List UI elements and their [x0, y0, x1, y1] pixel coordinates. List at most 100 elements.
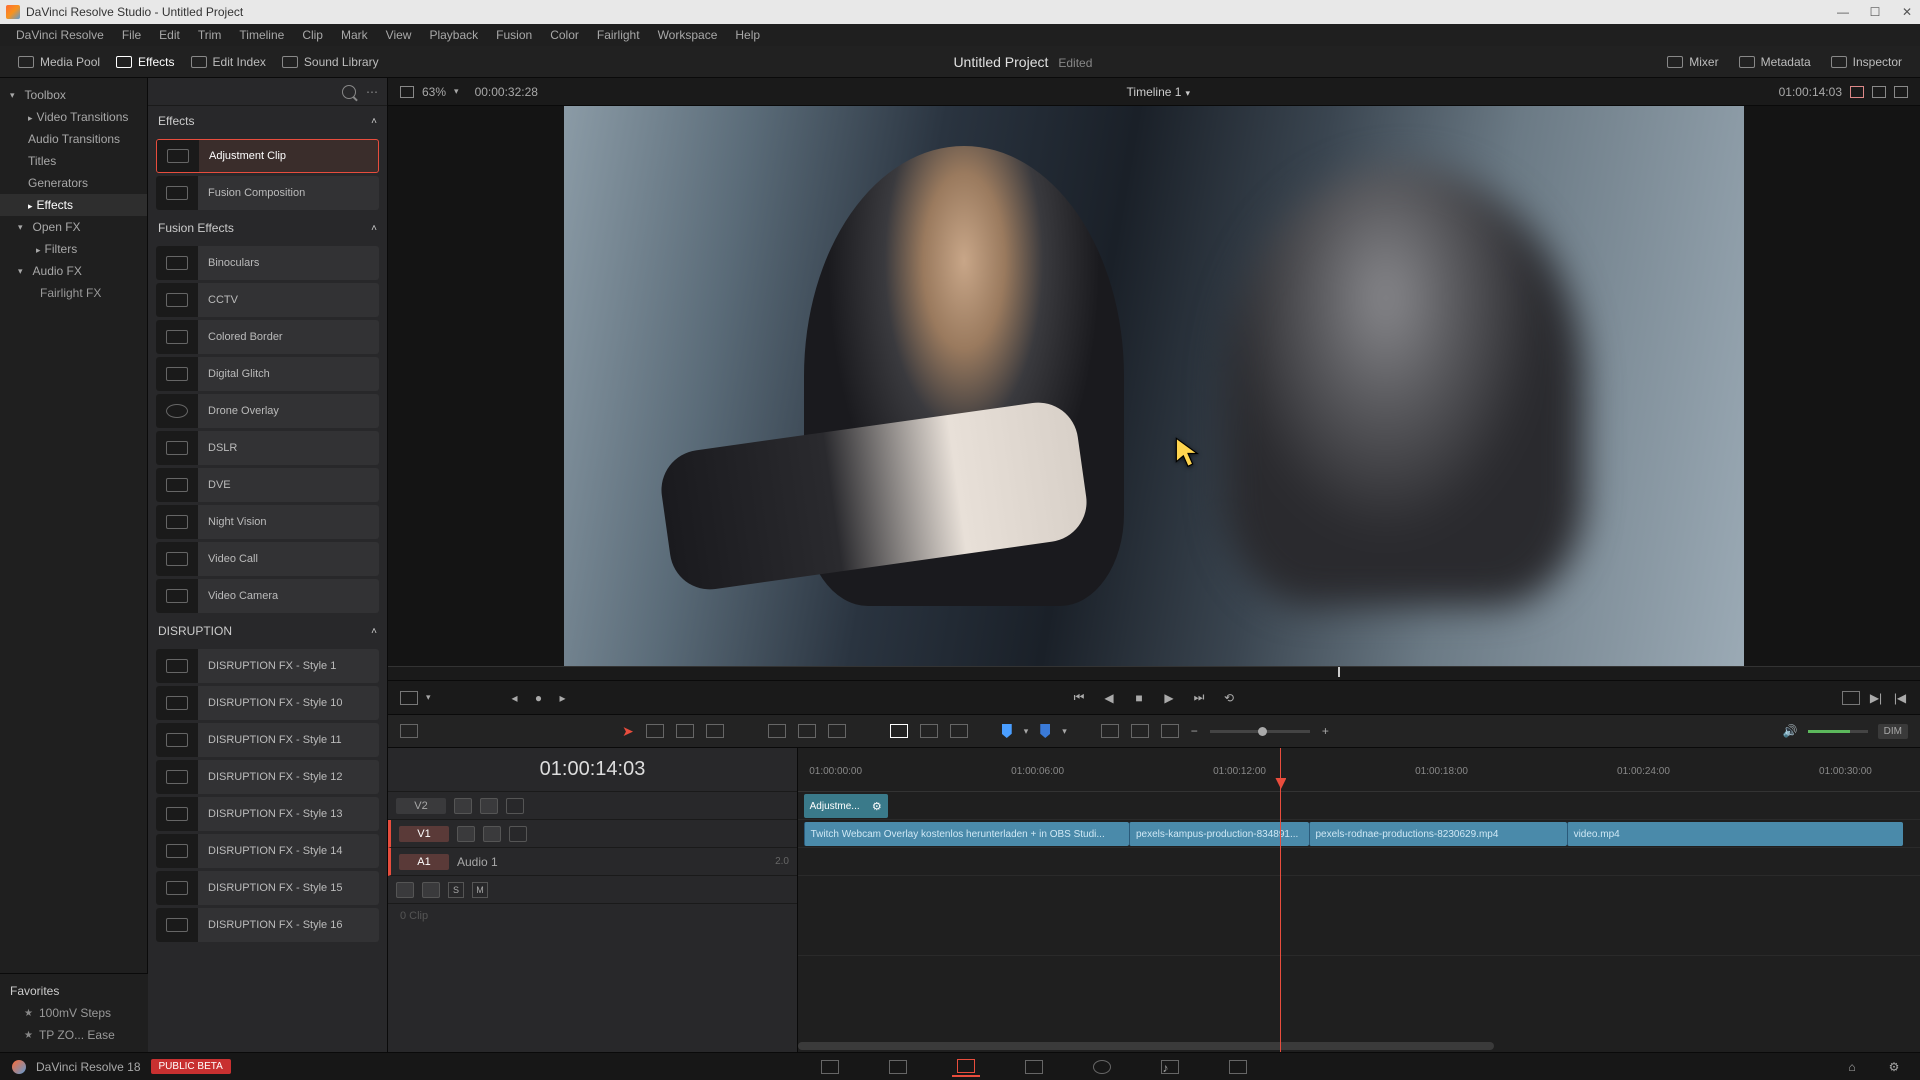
- search-icon[interactable]: [342, 85, 356, 99]
- clip-video-4[interactable]: video.mp4: [1567, 822, 1904, 846]
- menu-fairlight[interactable]: Fairlight: [589, 26, 648, 44]
- next-edit-icon[interactable]: ▸: [555, 690, 571, 706]
- track-head-a1[interactable]: A1 Audio 1 2.0: [388, 848, 797, 876]
- fx-cctv[interactable]: CCTV: [156, 283, 379, 317]
- track-name[interactable]: V2: [396, 798, 446, 814]
- volume-icon[interactable]: 🔊: [1783, 724, 1798, 738]
- viewer-zoom[interactable]: 63%: [422, 85, 446, 99]
- menu-edit[interactable]: Edit: [151, 26, 188, 44]
- panel-layout-icon[interactable]: [400, 86, 414, 98]
- trim-tool-icon[interactable]: [646, 724, 664, 738]
- menu-timeline[interactable]: Timeline: [231, 26, 292, 44]
- blade-tool-icon[interactable]: [706, 724, 724, 738]
- menu-davinci-resolve[interactable]: DaVinci Resolve: [8, 26, 112, 44]
- fx-adjustment-clip[interactable]: Adjustment Clip: [156, 139, 379, 173]
- viewer-scrubber[interactable]: [388, 666, 1920, 680]
- inspector-button[interactable]: Inspector: [1823, 51, 1910, 73]
- chevron-down-icon[interactable]: ▾: [1062, 726, 1067, 737]
- menu-file[interactable]: File: [114, 26, 149, 44]
- custom-zoom-icon[interactable]: [1131, 724, 1149, 738]
- lock-track-icon[interactable]: [454, 798, 472, 814]
- track-row-a1[interactable]: [798, 848, 1920, 876]
- fx-binoculars[interactable]: Binoculars: [156, 246, 379, 280]
- fx-fusion-composition[interactable]: Fusion Composition: [156, 176, 379, 210]
- timeline-zoom-slider[interactable]: [1210, 730, 1310, 733]
- clip-video-3[interactable]: pexels-rodnae-productions-8230629.mp4: [1309, 822, 1567, 846]
- fx-video-call[interactable]: Video Call: [156, 542, 379, 576]
- timeline-selector[interactable]: Timeline 1▾: [550, 85, 1767, 99]
- menu-clip[interactable]: Clip: [294, 26, 331, 44]
- toolbox-audio-transitions[interactable]: Audio Transitions: [0, 128, 147, 150]
- chevron-down-icon[interactable]: ▾: [454, 86, 459, 97]
- fx-colored-border[interactable]: Colored Border: [156, 320, 379, 354]
- favorite-item[interactable]: ★100mV Steps: [0, 1002, 148, 1024]
- dim-button[interactable]: DIM: [1878, 724, 1908, 739]
- dynamic-trim-icon[interactable]: [676, 724, 694, 738]
- home-button[interactable]: ⌂: [1838, 1057, 1866, 1077]
- disruption-section-header[interactable]: DISRUPTION˄: [148, 616, 387, 646]
- toolbox-root[interactable]: Toolbox: [0, 84, 147, 106]
- menu-mark[interactable]: Mark: [333, 26, 376, 44]
- next-clip-button[interactable]: ▶|: [1868, 690, 1884, 706]
- toolbox-fairlightfx[interactable]: Fairlight FX: [0, 282, 147, 304]
- menu-fusion[interactable]: Fusion: [488, 26, 540, 44]
- metadata-button[interactable]: Metadata: [1731, 51, 1819, 73]
- lock-track-icon[interactable]: [457, 826, 475, 842]
- playhead[interactable]: [1280, 748, 1281, 1052]
- timeline-view-options-icon[interactable]: [400, 724, 418, 738]
- fx-disruption-10[interactable]: DISRUPTION FX - Style 10: [156, 686, 379, 720]
- track-row-v1[interactable]: Twitch Webcam Overlay kostenlos herunter…: [798, 820, 1920, 848]
- minimize-button[interactable]: —: [1836, 5, 1850, 19]
- overwrite-clip-icon[interactable]: [798, 724, 816, 738]
- replace-clip-icon[interactable]: [828, 724, 846, 738]
- clip-video-1[interactable]: Twitch Webcam Overlay kostenlos herunter…: [804, 822, 1129, 846]
- insert-clip-icon[interactable]: [768, 724, 786, 738]
- media-page-button[interactable]: [816, 1057, 844, 1077]
- prev-clip-button[interactable]: |◀: [1892, 690, 1908, 706]
- bypass-icon[interactable]: [1850, 86, 1864, 98]
- loop-button[interactable]: ⟲: [1221, 690, 1237, 706]
- disable-video-icon[interactable]: [509, 826, 527, 842]
- track-head-v2[interactable]: V2: [388, 792, 797, 820]
- audio-area[interactable]: [798, 876, 1920, 956]
- full-extent-icon[interactable]: [1842, 691, 1860, 705]
- toolbox-audiofx[interactable]: Audio FX: [0, 260, 147, 282]
- cut-page-button[interactable]: [884, 1057, 912, 1077]
- play-button[interactable]: ▶: [1161, 690, 1177, 706]
- linked-selection-icon[interactable]: [920, 724, 938, 738]
- fx-disruption-14[interactable]: DISRUPTION FX - Style 14: [156, 834, 379, 868]
- mute-button[interactable]: M: [472, 882, 488, 898]
- fx-drone-overlay[interactable]: Drone Overlay: [156, 394, 379, 428]
- mixer-button[interactable]: Mixer: [1659, 51, 1726, 73]
- go-to-start-button[interactable]: ⏮: [1071, 690, 1087, 706]
- monitor-volume-slider[interactable]: [1808, 730, 1868, 733]
- maximize-button[interactable]: ☐: [1868, 5, 1882, 19]
- auto-select-icon[interactable]: [480, 798, 498, 814]
- media-pool-button[interactable]: Media Pool: [10, 51, 108, 73]
- deliver-page-button[interactable]: [1224, 1057, 1252, 1077]
- prev-edit-icon[interactable]: ◂: [507, 690, 523, 706]
- toolbox-effects[interactable]: Effects: [0, 194, 147, 216]
- chevron-down-icon[interactable]: ▾: [426, 692, 431, 703]
- stop-button[interactable]: ■: [1131, 690, 1147, 706]
- snapping-icon[interactable]: [890, 724, 908, 738]
- menu-view[interactable]: View: [378, 26, 420, 44]
- color-page-button[interactable]: [1088, 1057, 1116, 1077]
- menu-playback[interactable]: Playback: [421, 26, 486, 44]
- expand-viewer-icon[interactable]: [1894, 86, 1908, 98]
- fx-disruption-13[interactable]: DISRUPTION FX - Style 13: [156, 797, 379, 831]
- favorite-item[interactable]: ★TP ZO... Ease: [0, 1024, 148, 1046]
- timeline-timecode[interactable]: 01:00:14:03: [388, 748, 797, 792]
- fusion-page-button[interactable]: [1020, 1057, 1048, 1077]
- clip-video-2[interactable]: pexels-kampus-production-834891...: [1129, 822, 1309, 846]
- menu-trim[interactable]: Trim: [190, 26, 230, 44]
- edit-page-button[interactable]: [952, 1057, 980, 1077]
- toolbox-generators[interactable]: Generators: [0, 172, 147, 194]
- close-button[interactable]: ✕: [1900, 5, 1914, 19]
- marker-icon[interactable]: [1002, 724, 1012, 738]
- fairlight-page-button[interactable]: ♪: [1156, 1057, 1184, 1077]
- edit-index-button[interactable]: Edit Index: [183, 51, 274, 73]
- track-head-v1[interactable]: V1: [388, 820, 797, 848]
- auto-select-icon[interactable]: [483, 826, 501, 842]
- selection-tool-icon[interactable]: ➤: [622, 723, 634, 740]
